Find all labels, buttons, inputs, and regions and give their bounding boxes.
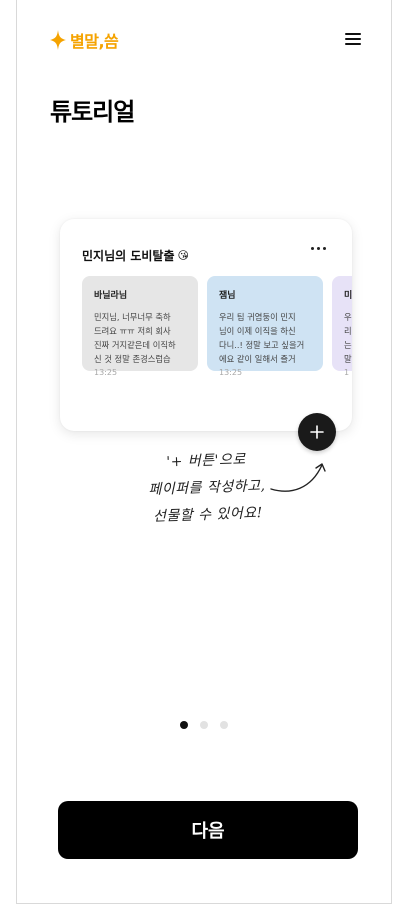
note-body: 우리 팀 귀염둥이 민지 님이 이제 이직을 하신 다니..! 정말 보고 싶을… xyxy=(219,312,305,364)
note-card[interactable]: 미 우 리 는 말 1 xyxy=(332,276,352,377)
sparkle-star-icon xyxy=(50,30,66,50)
note-time: 13:25 xyxy=(94,368,118,377)
menu-button[interactable] xyxy=(345,33,361,47)
rolling-paper-preview-card: 민지님의 도비탈출 😘 바닐라님 민지님, 너무너무 축하 드려요 ㅠㅠ 저희 … xyxy=(60,219,352,431)
menu-icon-bar xyxy=(345,43,361,45)
page-dot-1[interactable] xyxy=(180,721,188,729)
kiss-emoji-icon: 😘 xyxy=(177,249,189,262)
page-title: 튜토리얼 xyxy=(50,98,135,126)
menu-icon-bar xyxy=(345,33,361,35)
page-dot-2[interactable] xyxy=(200,721,208,729)
hint-line: 선물할 수 있어요! xyxy=(152,505,264,525)
note-sender: 미 xyxy=(344,291,352,301)
curved-arrow-icon xyxy=(270,463,326,492)
page-dot-3[interactable] xyxy=(220,721,228,729)
note-sender: 바닐라님 xyxy=(94,291,128,301)
note-sender: 잼님 xyxy=(219,291,236,301)
menu-icon-bar xyxy=(345,38,361,40)
header: 별말,씀 xyxy=(17,28,391,56)
note-card[interactable]: 바닐라님 민지님, 너무너무 축하 드려요 ㅠㅠ 저희 회사 진짜 거지같은데 … xyxy=(82,276,198,377)
tutorial-hint-text: '+ 버튼'으로 페이퍼를 작성하고, 선물할 수 있어요! xyxy=(136,446,279,532)
board-title: 민지님의 도비탈출 xyxy=(82,249,175,263)
logo[interactable]: 별말,씀 xyxy=(50,28,119,52)
board-title-row: 민지님의 도비탈출 😘 xyxy=(82,247,189,264)
pagination-dots xyxy=(180,721,228,729)
more-options-icon[interactable] xyxy=(311,247,326,250)
note-time: 13:25 xyxy=(219,368,243,377)
add-paper-button[interactable] xyxy=(298,413,336,451)
next-button[interactable]: 다음 xyxy=(58,801,358,859)
note-time: 1 xyxy=(344,368,350,377)
note-body: 우 리 는 말 xyxy=(344,312,352,364)
note-card[interactable]: 잼님 우리 팀 귀염둥이 민지 님이 이제 이직을 하신 다니..! 정말 보고… xyxy=(207,276,323,377)
notes-list: 바닐라님 민지님, 너무너무 축하 드려요 ㅠㅠ 저희 회사 진짜 거지같은데 … xyxy=(82,276,352,377)
plus-icon xyxy=(310,425,324,439)
logo-text: 별말,씀 xyxy=(70,32,119,51)
note-body: 민지님, 너무너무 축하 드려요 ㅠㅠ 저희 회사 진짜 거지같은데 이직하 신… xyxy=(94,312,176,364)
app-frame: 별말,씀 튜토리얼 민지님의 도비탈출 😘 바닐라님 민지님, 너무너무 축하 … xyxy=(16,0,392,904)
